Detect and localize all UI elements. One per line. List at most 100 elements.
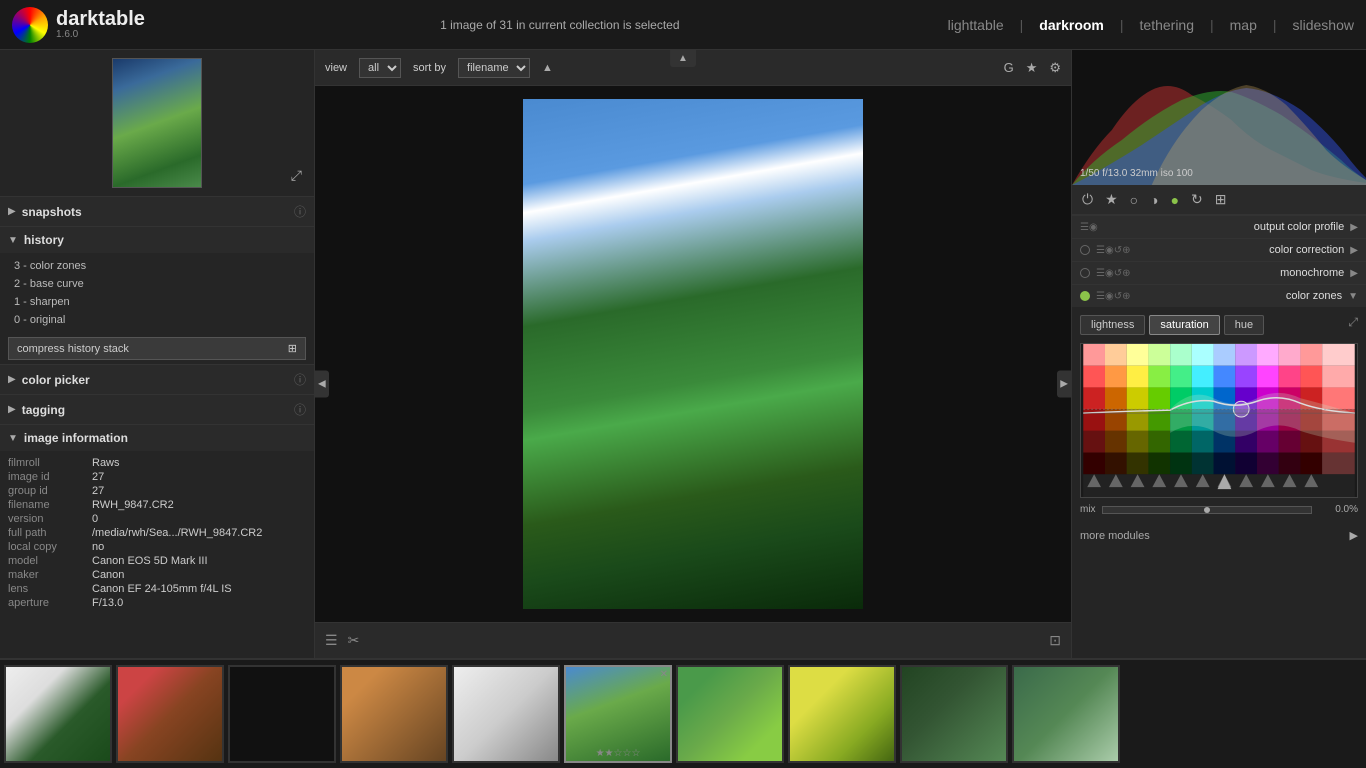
output-color-profile-name: output color profile [1098, 221, 1345, 233]
expand-thumbnail-icon[interactable]: ⤢ [291, 167, 302, 184]
monochrome-enable[interactable] [1080, 268, 1090, 278]
module-list-icon2[interactable]: ☰ [1096, 245, 1105, 256]
filmstrip-rating[interactable]: ★★☆☆☆ [596, 748, 641, 759]
sort-select[interactable]: filename [458, 58, 530, 78]
module-presets-icon2[interactable]: ◉ [1105, 245, 1114, 256]
module-list-icon3[interactable]: ☰ [1096, 268, 1105, 279]
tagging-title: tagging [22, 403, 294, 417]
grid-view-icon[interactable]: G [1004, 60, 1014, 75]
sort-asc-icon[interactable]: ▲ [542, 62, 553, 74]
snapshots-title: snapshots [22, 205, 294, 219]
image-info-section: ▼ image information filmroll Raws image … [0, 424, 314, 617]
half-circle-icon[interactable]: ◑ [1150, 192, 1158, 208]
color-zones-grid[interactable] [1080, 343, 1358, 498]
image-info-title: image information [24, 431, 306, 445]
filmstrip-thumb[interactable] [1012, 665, 1120, 763]
circle-outline-icon[interactable]: ○ [1130, 192, 1138, 208]
filmstrip-thumb-selected[interactable]: ✕ ★★☆☆☆ [564, 665, 672, 763]
module-reset-icon2[interactable]: ↺ [1114, 245, 1122, 256]
module-presets-icon4[interactable]: ◉ [1105, 291, 1114, 302]
color-zones-content: lightness saturation hue ⤢ [1072, 307, 1366, 523]
filmstrip-thumb[interactable] [900, 665, 1008, 763]
histogram-info: 1/50 f/13.0 32mm iso 100 [1080, 168, 1193, 179]
filmstrip-thumb[interactable] [676, 665, 784, 763]
module-list-icon[interactable]: ☰ [325, 632, 338, 649]
color-picker-header[interactable]: ▶ color picker ⓘ [0, 365, 314, 394]
nav-tethering[interactable]: tethering [1140, 17, 1194, 33]
module-presets-icon[interactable]: ◉ [1089, 222, 1098, 233]
tagging-info-icon[interactable]: ⓘ [294, 401, 306, 418]
filmstrip-close-icon[interactable]: ✕ [660, 669, 668, 680]
module-reset-icon4[interactable]: ↺ [1114, 291, 1122, 302]
filmstrip-thumb[interactable] [116, 665, 224, 763]
history-item[interactable]: 0 - original [8, 311, 306, 329]
color-correction-header[interactable]: ☰ ◉ ↺ ⊕ color correction ▶ [1072, 239, 1366, 261]
color-correction-enable[interactable] [1080, 245, 1090, 255]
history-item[interactable]: 1 - sharpen [8, 293, 306, 311]
histogram-area: 1/50 f/13.0 32mm iso 100 [1072, 50, 1366, 185]
quick-access-icon[interactable]: ✂ [348, 632, 360, 649]
compress-icon: ⊞ [288, 342, 297, 355]
module-presets-icon3[interactable]: ◉ [1105, 268, 1114, 279]
nav-slideshow[interactable]: slideshow [1293, 17, 1354, 33]
history-item[interactable]: 3 - color zones [8, 257, 306, 275]
history-item[interactable]: 2 - base curve [8, 275, 306, 293]
topbar: darktable 1.6.0 1 image of 31 in current… [0, 0, 1366, 50]
filmstrip-thumb[interactable] [4, 665, 112, 763]
main-layout: ⤢ ▶ snapshots ⓘ ▼ history 3 - color zone… [0, 50, 1366, 658]
presets-star-icon[interactable]: ★ [1105, 191, 1118, 208]
filmstrip-thumb[interactable] [788, 665, 896, 763]
power-icon[interactable]: ⏻ [1082, 191, 1093, 208]
module-copy-icon4[interactable]: ⊕ [1122, 291, 1130, 302]
cz-expand-icon[interactable]: ⤢ [1348, 315, 1358, 335]
mix-slider[interactable] [1102, 506, 1312, 514]
more-modules-button[interactable]: more modules ▶ [1072, 523, 1366, 548]
color-zones-name: color zones [1130, 290, 1342, 302]
snapshots-header[interactable]: ▶ snapshots ⓘ [0, 197, 314, 226]
image-info-header[interactable]: ▼ image information [0, 425, 314, 451]
output-color-profile-module: ☰ ◉ output color profile ▶ [1072, 215, 1366, 238]
mix-label: mix [1080, 504, 1096, 515]
center-area: view all sort by filename ▲ G ★ ⚙ ☰ ✂ ⊡ [315, 50, 1071, 658]
filmstrip: ✕ ★★☆☆☆ [0, 658, 1366, 768]
settings-icon[interactable]: ⚙ [1049, 60, 1061, 76]
history-header[interactable]: ▼ history [0, 227, 314, 253]
nav-darkroom[interactable]: darkroom [1039, 17, 1104, 33]
output-color-profile-header[interactable]: ☰ ◉ output color profile ▶ [1072, 216, 1366, 238]
sync-icon[interactable]: ↻ [1191, 191, 1203, 208]
left-panel: ⤢ ▶ snapshots ⓘ ▼ history 3 - color zone… [0, 50, 315, 658]
export-icon[interactable]: ⊡ [1049, 632, 1061, 649]
compress-history-button[interactable]: compress history stack ⊞ [8, 337, 306, 360]
nav-lighttable[interactable]: lighttable [948, 17, 1004, 33]
main-nav: lighttable | darkroom | tethering | map … [948, 17, 1354, 33]
right-panel-collapse-button[interactable]: ▶ [1057, 371, 1071, 398]
view-select[interactable]: all [359, 58, 401, 78]
full-circle-icon[interactable]: ● [1171, 192, 1179, 208]
filmstrip-thumb[interactable] [452, 665, 560, 763]
info-filmroll: filmroll Raws [8, 457, 306, 469]
module-list-icon[interactable]: ☰ [1080, 222, 1089, 233]
module-copy-icon3[interactable]: ⊕ [1122, 268, 1130, 279]
snapshots-info-icon[interactable]: ⓘ [294, 203, 306, 220]
info-version: version 0 [8, 513, 306, 525]
nav-map[interactable]: map [1230, 17, 1257, 33]
filmstrip-thumb[interactable] [340, 665, 448, 763]
cz-tab-lightness[interactable]: lightness [1080, 315, 1145, 335]
filmstrip-thumb[interactable] [228, 665, 336, 763]
cz-tab-saturation[interactable]: saturation [1149, 315, 1219, 335]
module-list-icon4[interactable]: ☰ [1096, 291, 1105, 302]
tagging-header[interactable]: ▶ tagging ⓘ [0, 395, 314, 424]
color-zones-header[interactable]: ☰ ◉ ↺ ⊕ color zones ▼ [1072, 285, 1366, 307]
monochrome-header[interactable]: ☰ ◉ ↺ ⊕ monochrome ▶ [1072, 262, 1366, 284]
module-reset-icon3[interactable]: ↺ [1114, 268, 1122, 279]
logo-icon [12, 7, 48, 43]
color-picker-info-icon[interactable]: ⓘ [294, 371, 306, 388]
cz-tab-hue[interactable]: hue [1224, 315, 1264, 335]
color-zones-enable[interactable] [1080, 291, 1090, 301]
info-aperture: aperture F/13.0 [8, 597, 306, 609]
left-panel-collapse-button[interactable]: ◀ [315, 371, 329, 398]
grid-icon[interactable]: ⊞ [1215, 191, 1227, 208]
top-collapse-button[interactable]: ▲ [670, 50, 696, 67]
module-copy-icon2[interactable]: ⊕ [1122, 245, 1130, 256]
star-icon[interactable]: ★ [1026, 60, 1038, 76]
